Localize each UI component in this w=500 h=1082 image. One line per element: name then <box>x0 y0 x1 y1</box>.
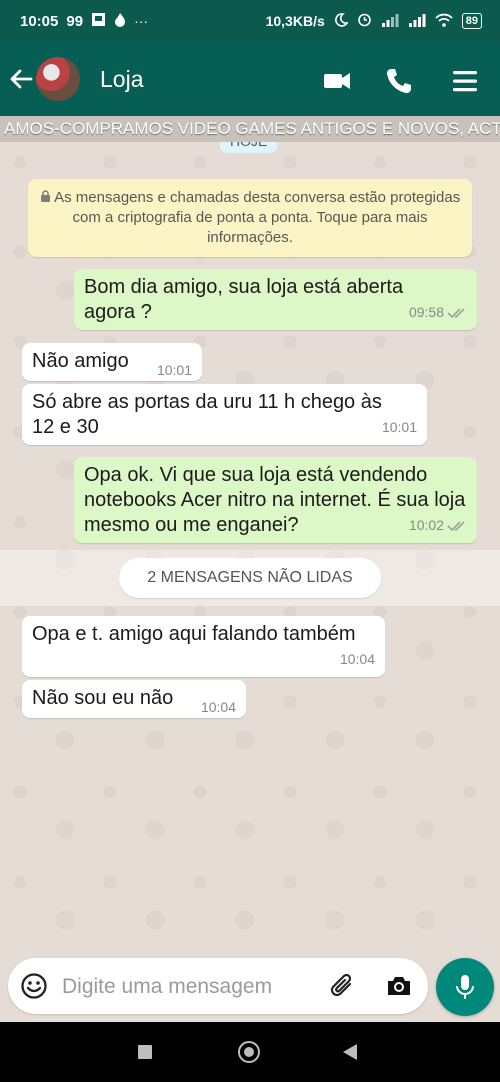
moon-icon <box>334 12 349 30</box>
ticker-text: AMOS-COMPRAMOS VIDEO GAMES ANTIGOS E NOV… <box>4 119 500 138</box>
mic-icon <box>453 973 477 1006</box>
message-bubble[interactable]: Opa e t. amigo aqui falando também 10:04 <box>22 616 385 677</box>
camera-icon[interactable] <box>385 972 413 1000</box>
message-composer <box>8 958 428 1014</box>
message-bubble[interactable]: Opa ok. Vi que sua loja está vendendo no… <box>74 457 477 543</box>
more-dots: ··· <box>134 13 149 29</box>
date-chip: HOJE <box>220 142 278 153</box>
message-text: Opa e t. amigo aqui falando também <box>32 623 356 645</box>
message-bubble[interactable]: Não amigo 10:01 <box>22 343 202 381</box>
message-bubble[interactable]: Bom dia amigo, sua loja está aberta agor… <box>74 269 477 330</box>
status-bar: 10:05 99 ··· 10,3KB/s 89 <box>0 0 500 44</box>
unread-divider: 2 MENSAGENS NÃO LIDAS <box>0 550 500 606</box>
message-text: Só abre as portas da uru 11 h chego às 1… <box>32 391 382 438</box>
message-text: Bom dia amigo, sua loja está aberta agor… <box>84 276 404 323</box>
message-time: 10:01 <box>156 362 192 378</box>
alarm-icon <box>357 12 372 30</box>
message-time: 10:01 <box>381 419 417 435</box>
message-time: 10:02 <box>409 513 467 538</box>
menu-icon[interactable] <box>450 66 480 96</box>
signal-icon <box>381 13 399 30</box>
voice-record-button[interactable] <box>436 958 494 1016</box>
message-time: 09:58 <box>409 300 467 325</box>
double-check-icon <box>447 520 465 531</box>
notification-count: 99 <box>66 12 84 30</box>
system-nav-bar <box>0 1022 500 1082</box>
message-time: 10:04 <box>200 699 236 715</box>
message-time: 10:04 <box>339 651 375 667</box>
gallery-icon <box>91 12 106 30</box>
message-input[interactable] <box>60 966 314 1008</box>
message-bubble[interactable]: Não sou eu não 10:04 <box>22 680 246 718</box>
message-list[interactable]: HOJE As mensagens e chamadas desta conve… <box>0 142 500 958</box>
status-time: 10:05 <box>20 12 59 30</box>
lock-icon <box>40 189 54 206</box>
status-bar-left: 10:05 99 ··· <box>20 12 148 30</box>
flame-icon <box>114 12 126 30</box>
back-button[interactable] <box>343 1044 357 1060</box>
attach-icon[interactable] <box>328 972 356 1000</box>
status-bar-right: 10,3KB/s 89 <box>266 12 482 30</box>
unread-messages-banner: 2 MENSAGENS NÃO LIDAS <box>119 558 381 598</box>
recent-apps-button[interactable] <box>138 1045 152 1059</box>
battery-icon: 89 <box>461 13 482 29</box>
signal-icon <box>408 13 426 30</box>
home-button[interactable] <box>238 1041 260 1063</box>
phone-icon[interactable] <box>384 66 414 96</box>
business-ticker: AMOS-COMPRAMOS VIDEO GAMES ANTIGOS E NOV… <box>0 116 500 142</box>
wifi-icon <box>435 13 453 30</box>
encryption-text: As mensagens e chamadas desta conversa e… <box>54 189 461 246</box>
avatar[interactable] <box>36 57 80 101</box>
video-call-icon[interactable] <box>322 66 352 96</box>
chat-header: Loja <box>0 44 500 116</box>
double-check-icon <box>447 307 465 318</box>
chat-title[interactable]: Loja <box>100 66 143 93</box>
arrow-left-icon[interactable] <box>8 64 34 94</box>
encryption-notice[interactable]: As mensagens e chamadas desta conversa e… <box>28 179 472 257</box>
network-speed: 10,3KB/s <box>265 13 325 29</box>
message-bubble[interactable]: Só abre as portas da uru 11 h chego às 1… <box>22 384 427 445</box>
emoji-icon[interactable] <box>20 972 48 1000</box>
